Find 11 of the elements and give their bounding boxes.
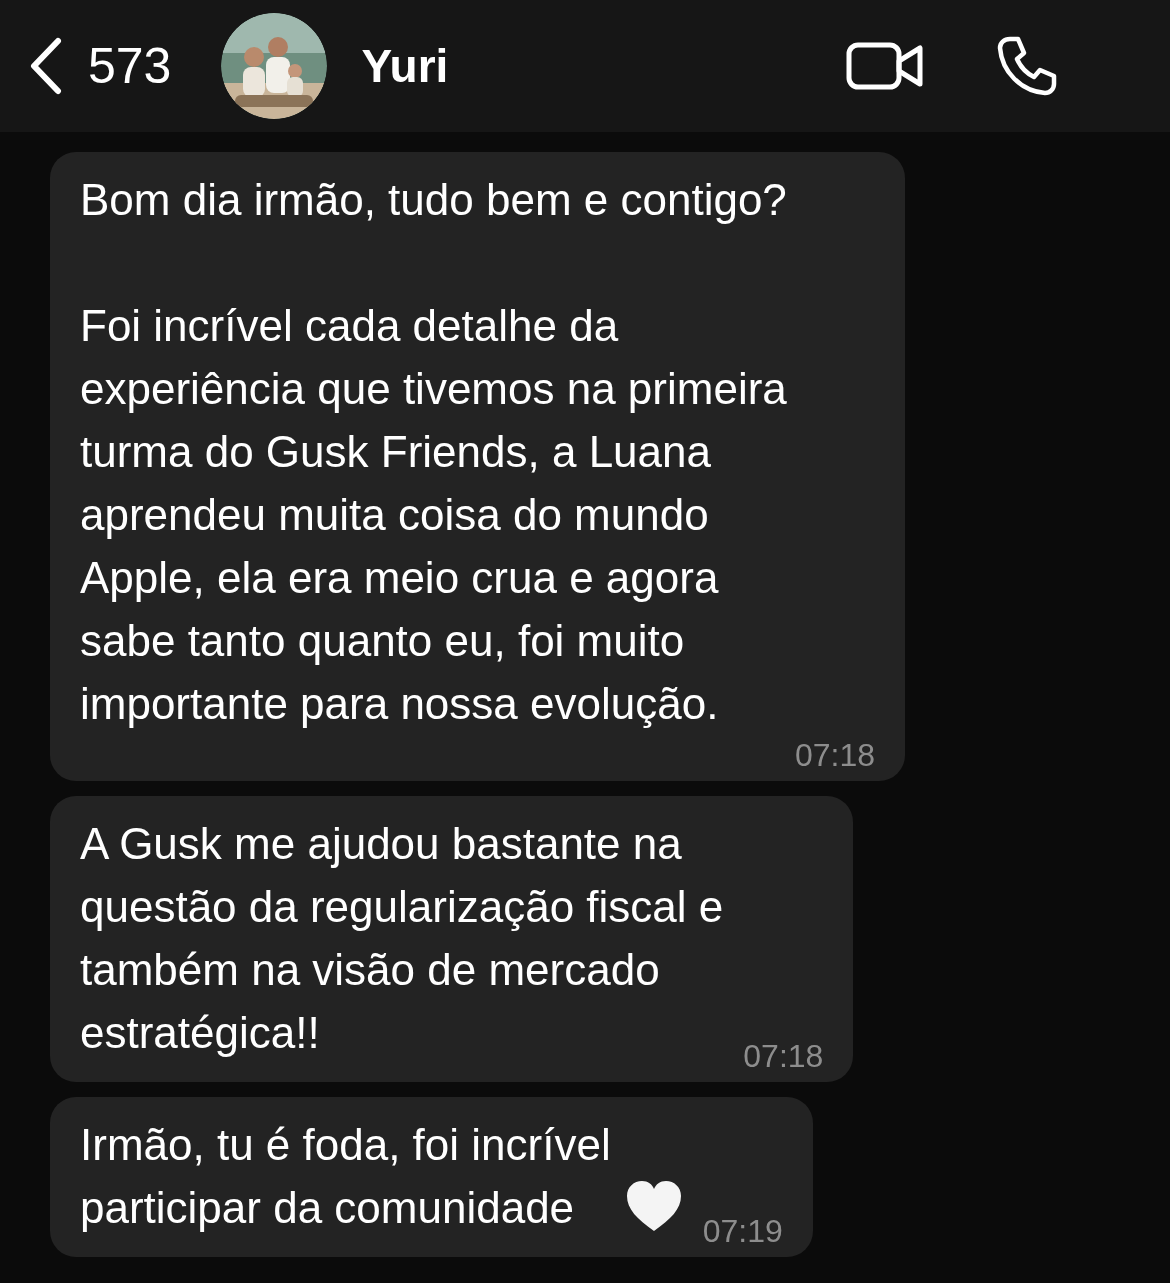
video-call-icon[interactable] (846, 41, 924, 91)
message-time: 07:18 (794, 736, 875, 775)
contact-name[interactable]: Yuri (361, 31, 449, 101)
back-icon[interactable] (28, 37, 62, 95)
message-time: 07:19 (702, 1212, 783, 1251)
phone-icon[interactable] (996, 35, 1058, 97)
message-text: Bom dia irmão, tudo bem e contigo? Foi incrível cada detalhe da experiência que tivemos na primeira turma do Gusk Friends, a Luana aprendeu muita coisa do mundo Apple, ela era meio crua e agora sabe tanto quanto eu, foi muito importante para nossa evolução. (80, 174, 787, 730)
message-text: A Gusk me ajudou bastante na questão da regularização fiscal e também na visão de mercado estratégica!! (80, 818, 724, 1059)
message-time: 07:18 (743, 1037, 824, 1076)
unread-count[interactable]: 573 (88, 28, 172, 104)
message-text: Irmão, tu é foda, foi incrível participar da comunidade (80, 1119, 611, 1234)
